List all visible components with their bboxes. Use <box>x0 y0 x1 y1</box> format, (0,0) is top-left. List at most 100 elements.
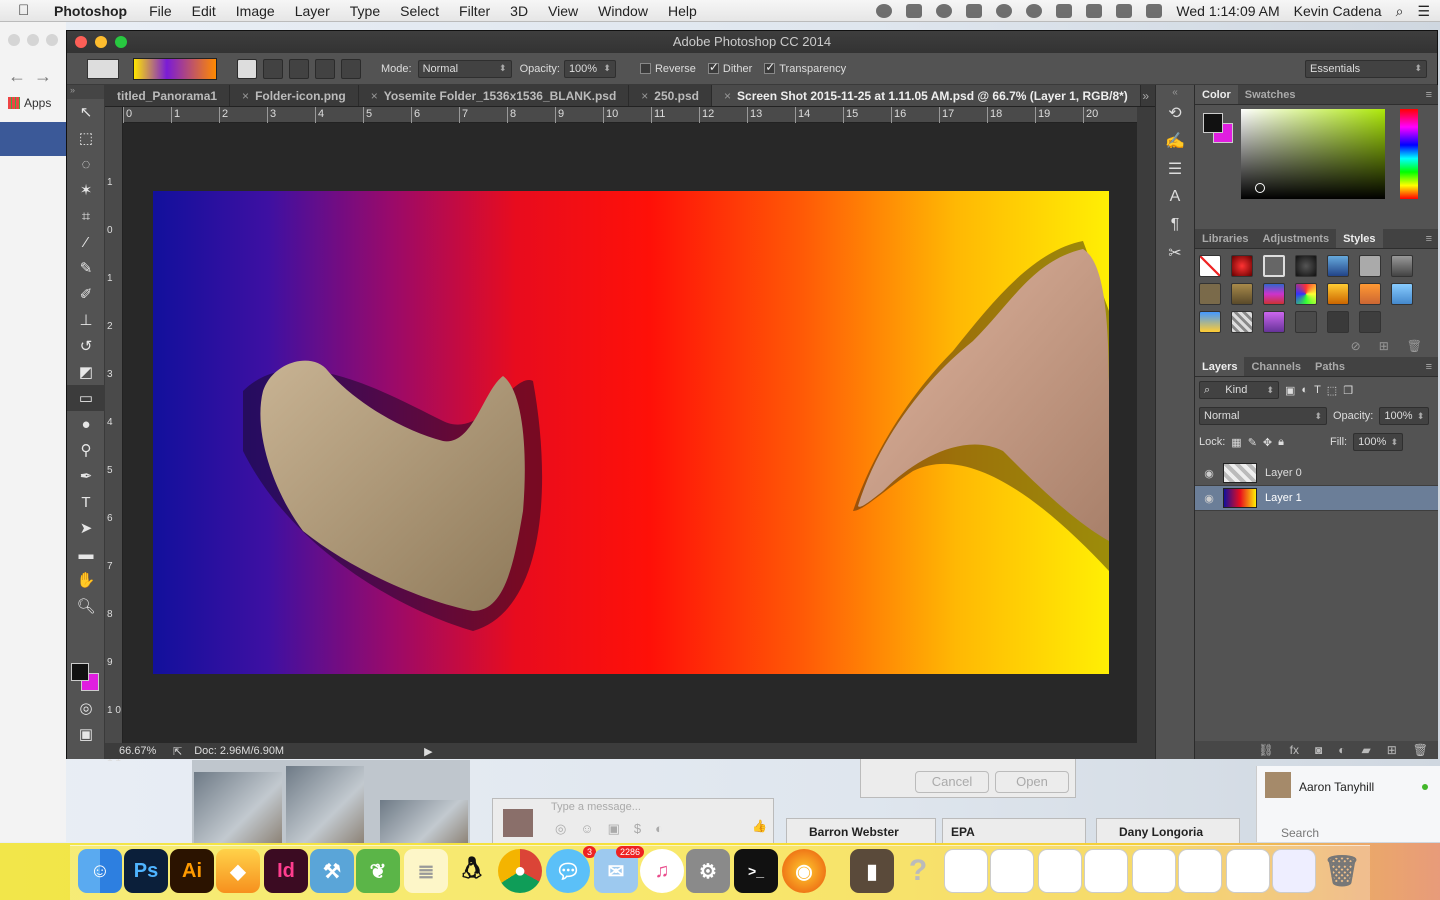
dodge-tool-icon[interactable]: ⚲ <box>67 437 105 463</box>
menu-window[interactable]: Window <box>598 3 648 19</box>
brushes-panel-icon[interactable]: ✍ <box>1156 127 1194 155</box>
chrome-icon[interactable]: ● <box>498 849 542 893</box>
app-menu[interactable]: Photoshop <box>54 3 127 19</box>
sketch-icon[interactable]: ◆ <box>216 849 260 893</box>
gradient-style-angle[interactable] <box>289 58 309 79</box>
eraser-icon[interactable]: ◩ <box>67 359 105 385</box>
strip-collapse[interactable]: « <box>1156 85 1194 99</box>
delete-layer-icon[interactable]: 🗑︎ <box>1413 743 1428 757</box>
eyedropper-icon[interactable]: ⁄ <box>67 229 105 255</box>
window-thumbnail[interactable] <box>1132 849 1176 893</box>
tab-channels[interactable]: Channels <box>1244 357 1308 376</box>
firefox-icon[interactable]: ◉ <box>782 849 826 893</box>
color-picker-field[interactable] <box>1241 109 1385 199</box>
window-thumbnail[interactable] <box>1226 849 1270 893</box>
style-swatch[interactable] <box>1263 311 1285 333</box>
hue-slider[interactable] <box>1400 109 1418 199</box>
status-menu-arrow-icon[interactable]: ▶ <box>424 745 432 758</box>
foreground-color-swatch[interactable] <box>71 663 89 681</box>
style-swatch[interactable] <box>1231 255 1253 277</box>
reverse-checkbox[interactable] <box>639 63 651 74</box>
browser-nav-arrows[interactable]: ←→ <box>8 66 60 87</box>
clock[interactable]: Wed 1:14:09 AM <box>1176 3 1279 19</box>
gradient-tool-icon[interactable]: ▭ <box>67 385 105 411</box>
notes-icon[interactable]: ≣ <box>404 849 448 893</box>
photo-thumbnail[interactable] <box>380 800 468 846</box>
lock-transparent-icon[interactable]: ▦ <box>1231 436 1241 449</box>
filter-adjustment-icon[interactable]: ◐ <box>1301 384 1308 396</box>
apple-menu-icon[interactable]:  <box>18 2 38 19</box>
photo-thumbnail[interactable] <box>286 766 364 846</box>
doc-tab[interactable]: × 250.psd <box>629 85 712 106</box>
menu-3d[interactable]: 3D <box>510 3 528 19</box>
style-swatch[interactable] <box>1263 283 1285 305</box>
bluetooth-icon[interactable] <box>1086 4 1103 18</box>
lock-pixels-icon[interactable]: ✎ <box>1248 436 1257 449</box>
magic-wand-icon[interactable]: ✶ <box>67 177 105 203</box>
tab-color[interactable]: Color <box>1195 85 1238 104</box>
gradient-picker[interactable] <box>133 57 217 80</box>
wifi-icon[interactable] <box>1116 4 1133 18</box>
lock-all-icon[interactable]: 🔒︎ <box>1278 436 1284 449</box>
clone-stamp-icon[interactable]: ⊥ <box>67 307 105 333</box>
adjust-panel-icon[interactable]: ☰ <box>1156 155 1194 183</box>
adjustment-layer-icon[interactable]: ◐ <box>1338 743 1345 757</box>
style-swatch[interactable] <box>1199 283 1221 305</box>
new-layer-icon[interactable]: ⊞ <box>1387 743 1397 757</box>
transparency-checkbox[interactable] <box>764 60 775 74</box>
style-swatch[interactable] <box>1391 283 1413 305</box>
style-swatch[interactable] <box>1327 311 1349 333</box>
time-machine-icon[interactable] <box>1026 4 1043 18</box>
vertical-scrollbar[interactable] <box>1137 107 1155 747</box>
menu-layer[interactable]: Layer <box>295 3 330 19</box>
zoom-tool-icon[interactable]: 🔍︎ <box>67 593 105 619</box>
style-swatch[interactable] <box>1359 255 1381 277</box>
finder-icon[interactable]: ☺ <box>78 849 122 893</box>
volume-icon[interactable] <box>1056 4 1073 18</box>
export-icon[interactable]: ⇱ <box>173 745 182 758</box>
tab-paths[interactable]: Paths <box>1308 357 1352 376</box>
like-icon[interactable]: 👍 <box>752 819 767 833</box>
menu-image[interactable]: Image <box>236 3 275 19</box>
spotlight-icon[interactable]: ⌕ <box>1396 3 1404 20</box>
close-tab-icon[interactable]: × <box>724 89 731 103</box>
window-thumbnail[interactable] <box>990 849 1034 893</box>
workspace-select[interactable]: Essentials <box>1305 59 1427 78</box>
window-thumbnail[interactable] <box>1084 849 1128 893</box>
style-swatch[interactable] <box>1359 311 1381 333</box>
character-panel-icon[interactable]: A <box>1156 183 1194 211</box>
layer-row-selected[interactable]: ◉ Layer 1 <box>1195 486 1438 511</box>
gradient-style-radial[interactable] <box>263 58 283 79</box>
tab-swatches[interactable]: Swatches <box>1238 85 1303 104</box>
opacity-field[interactable]: 100% <box>563 59 616 78</box>
photoshop-icon[interactable]: Ps <box>124 849 168 893</box>
path-selection-icon[interactable]: ➤ <box>67 515 105 541</box>
menu-file[interactable]: File <box>149 3 172 19</box>
style-swatch[interactable] <box>1359 283 1381 305</box>
dither-checkbox[interactable] <box>707 60 719 74</box>
screen-mode-icon[interactable]: ▣ <box>67 721 105 747</box>
add-mask-icon[interactable]: ◙ <box>1315 743 1322 757</box>
doc-tab[interactable]: titled_Panorama1 <box>105 85 231 106</box>
history-brush-icon[interactable]: ↺ <box>67 333 105 359</box>
hand-tool-icon[interactable]: ✋ <box>67 567 105 593</box>
leaf-app-icon[interactable]: ❦ <box>356 849 400 893</box>
style-swatch[interactable] <box>1391 255 1413 277</box>
itunes-icon[interactable]: ♫ <box>640 849 684 893</box>
notification-center-icon[interactable]: ☰ <box>1417 3 1430 20</box>
mail-icon[interactable]: ✉ 2286 <box>594 846 644 893</box>
fill-field[interactable]: 100% <box>1353 433 1404 451</box>
delete-style-icon[interactable]: 🗑︎ <box>1407 339 1422 357</box>
zoom-window-button[interactable] <box>115 36 127 48</box>
photo-thumbnail[interactable] <box>194 772 282 846</box>
profile-photo-icon[interactable]: ▮ <box>850 849 894 893</box>
penguin-app-icon[interactable]: 🐧︎ <box>450 849 494 893</box>
filter-smart-icon[interactable]: ❐ <box>1343 384 1353 397</box>
paragraph-panel-icon[interactable]: ¶ <box>1156 211 1194 239</box>
style-swatch[interactable] <box>1295 311 1317 333</box>
minimize-window-button[interactable] <box>95 36 107 48</box>
shield-icon[interactable] <box>966 4 983 18</box>
visibility-eye-icon[interactable]: ◉ <box>1195 467 1223 480</box>
tab-libraries[interactable]: Libraries <box>1195 229 1255 248</box>
healing-brush-icon[interactable]: ✎ <box>67 255 105 281</box>
